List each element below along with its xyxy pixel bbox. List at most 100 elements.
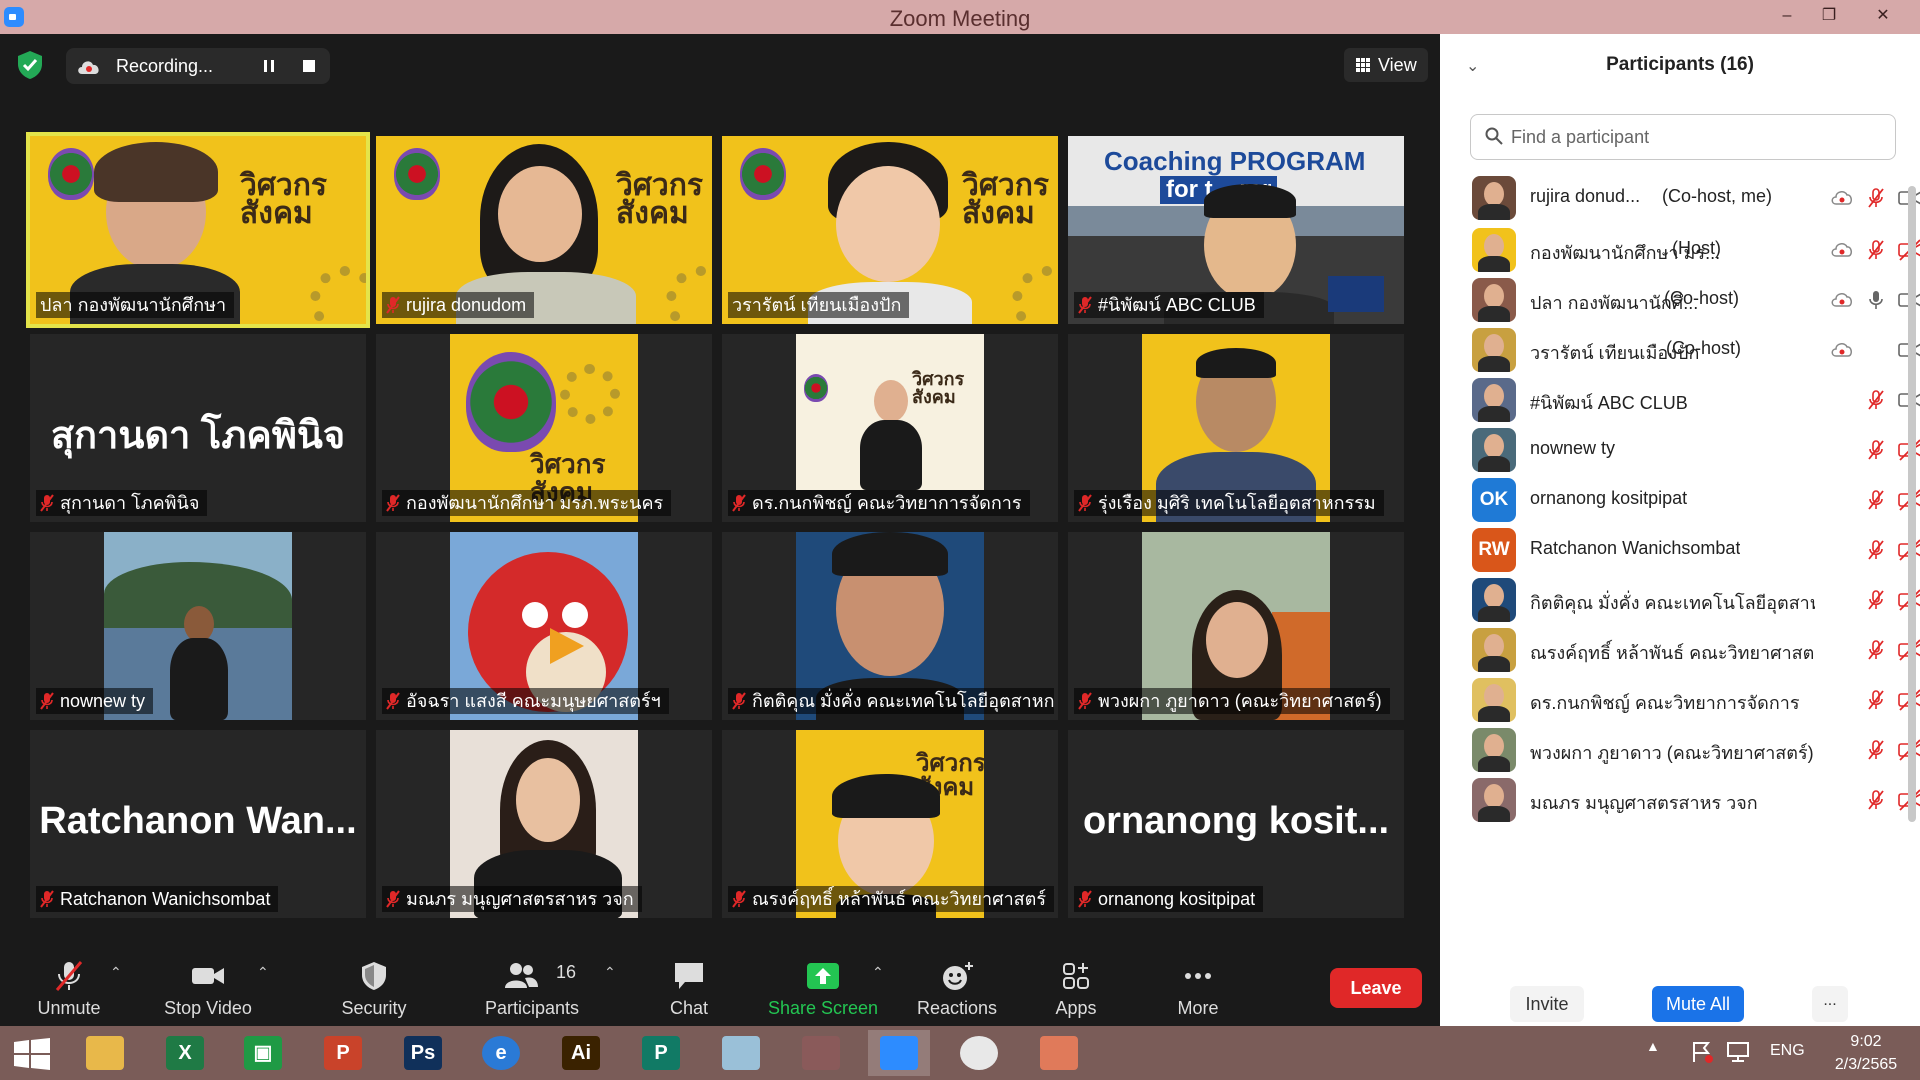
unmute-button[interactable]: Unmute (30, 954, 108, 1026)
leave-button[interactable]: Leave (1330, 968, 1422, 1008)
reactions-button[interactable]: Reactions (912, 954, 1002, 1026)
participant-row[interactable]: rujira donud... (Co-host, me) (1440, 168, 1920, 228)
network-icon[interactable] (1726, 1040, 1750, 1064)
video-tile[interactable]: วิศวกร สังคม ปลา กองพัฒนานักศึกษา (26, 132, 370, 328)
taskbar-illustrator-icon[interactable]: Ai (550, 1030, 612, 1076)
participant-avatar (1472, 228, 1516, 272)
gear-decoration (666, 266, 712, 324)
video-tile[interactable]: วิศวกร สังคม rujira donudom (376, 136, 712, 324)
security-shield-icon[interactable] (16, 50, 44, 80)
mute-all-button[interactable]: Mute All (1652, 986, 1744, 1022)
muted-mic-icon (40, 494, 54, 512)
more-button[interactable]: More (1158, 954, 1238, 1026)
system-clock[interactable]: 9:02 2/3/2565 (1818, 1030, 1914, 1076)
logo-badge (1328, 276, 1384, 312)
participant-face (498, 166, 582, 262)
stop-recording-icon[interactable] (298, 57, 320, 75)
stop-video-button[interactable]: Stop Video (160, 954, 256, 1026)
tile-name-label: มณภร มนุญศาสตรสาหร วจก (382, 886, 642, 912)
taskbar-file-explorer-icon[interactable] (74, 1030, 136, 1076)
taskbar-image-viewer-icon[interactable] (1028, 1030, 1090, 1076)
video-tile[interactable]: รุ่งเรือง มุศิริ เทคโนโลยีอุตสาหกรรม (1068, 334, 1404, 522)
taskbar-app-glyph (880, 1036, 918, 1070)
taskbar-internet-explorer-icon[interactable]: e (470, 1030, 532, 1076)
share-options-caret-icon[interactable]: ⌃ (872, 964, 884, 981)
participant-row[interactable]: มณภร มนุญศาสตรสาหร วจก (1440, 770, 1920, 830)
tile-name-label: rujira donudom (382, 292, 535, 318)
participant-role: (Co-host) (1664, 288, 1740, 308)
tile-name-label: ornanong kositpipat (1074, 886, 1264, 912)
pause-recording-icon[interactable] (258, 57, 280, 75)
close-button[interactable]: ✕ (1860, 0, 1906, 34)
panel-more-button[interactable]: ... (1812, 986, 1848, 1022)
find-participant-input[interactable]: Find a participant (1470, 114, 1896, 160)
video-tile[interactable]: มณภร มนุญศาสตรสาหร วจก (376, 730, 712, 918)
taskbar-chrome-icon[interactable] (948, 1030, 1010, 1076)
taskbar-powerpoint-icon[interactable]: P (312, 1030, 374, 1076)
show-hidden-icons-icon[interactable]: ▲ (1646, 1038, 1660, 1054)
video-tile[interactable]: วิศวกร สังคม ณรงค์ฤทธิ์ หล้าพันธ์ คณะวิทย… (722, 730, 1058, 918)
minimize-button[interactable]: – (1764, 0, 1810, 34)
video-tile[interactable]: ornanong kosit... ornanong kositpipat (1068, 730, 1404, 918)
video-grid-area: Recording... View วิศวกร สังคม ปลา กองพั… (0, 34, 1440, 954)
participants-button[interactable]: 16 Participants (476, 954, 588, 1026)
university-crest (740, 148, 786, 200)
taskbar-zoom-icon[interactable] (868, 1030, 930, 1076)
participant-hair (1196, 348, 1276, 378)
participants-icon (504, 963, 538, 988)
taskbar-app-glyph: Ps (404, 1036, 442, 1070)
video-tile[interactable]: วิศวกรสังคม กองพัฒนานักศึกษา มรภ.พระนคร (376, 334, 712, 522)
restore-button[interactable]: ❐ (1806, 0, 1852, 34)
windows-start-icon[interactable] (14, 1038, 50, 1070)
video-tile[interactable]: วิศวกร สังคม วรารัตน์ เทียนเมืองปัก (722, 136, 1058, 324)
video-camera-icon (192, 968, 224, 984)
banner-text: วิศวกรสังคม (616, 169, 704, 230)
video-tile[interactable]: nownew ty (30, 532, 366, 720)
share-screen-button[interactable]: Share Screen (764, 954, 882, 1026)
participant-list-scrollbar[interactable] (1908, 186, 1916, 822)
participant-avatar (1472, 328, 1516, 372)
video-tile[interactable]: อัจฉรา แสงสี คณะมนุษยศาสตร์ฯ (376, 532, 712, 720)
clock-date: 2/3/2565 (1834, 1056, 1898, 1073)
muted-mic-icon (55, 961, 83, 991)
video-tile[interactable]: สุกานดา โภคพินิจ สุกานดา โภคพินิจ (30, 334, 366, 522)
participant-name: nownew ty (1530, 438, 1616, 458)
participant-avatar (1472, 628, 1516, 672)
taskbar-excel-icon[interactable]: X (154, 1030, 216, 1076)
chat-button[interactable]: Chat (648, 954, 730, 1026)
tile-big-name: ornanong kosit... (1082, 800, 1390, 842)
input-language[interactable]: ENG (1770, 1042, 1805, 1060)
audio-options-caret-icon[interactable]: ⌃ (110, 964, 122, 981)
video-tile[interactable]: Ratchanon Wan... Ratchanon Wanichsombat (30, 730, 366, 918)
more-dots-icon (1185, 973, 1211, 979)
participant-avatar: RW (1472, 528, 1516, 572)
taskbar-app-glyph: ▣ (244, 1036, 282, 1070)
share-screen-label: Share Screen (767, 998, 879, 1018)
chat-bubble-icon (675, 963, 703, 989)
muted-mic-icon (1864, 389, 1888, 411)
participants-count: 16 (556, 962, 577, 982)
tile-name-label: รุ่งเรือง มุศิริ เทคโนโลยีอุตสาหกรรม (1074, 490, 1384, 516)
taskbar-photoshop-icon[interactable]: Ps (392, 1030, 454, 1076)
invite-button[interactable]: Invite (1510, 986, 1584, 1022)
university-crest (48, 148, 94, 200)
video-tile[interactable]: กิตติคุณ มั่งคั่ง คณะเทคโนโลยีอุตสาหกรรม (722, 532, 1058, 720)
taskbar-store-icon[interactable]: ▣ (232, 1030, 294, 1076)
muted-mic-icon (732, 494, 746, 512)
gear-decoration (560, 364, 620, 424)
participant-name: Ratchanon Wanichsombat (1530, 538, 1741, 558)
taskbar-publisher-icon[interactable]: P (630, 1030, 692, 1076)
video-tile[interactable]: วิศวกร สังคม ดร.กนกพิชญ์ คณะวิทยาการจัดกา… (722, 334, 1058, 522)
notification-flag-icon[interactable] (1690, 1040, 1714, 1064)
search-placeholder: Find a participant (1511, 127, 1650, 147)
taskbar-photoscape-icon[interactable] (790, 1030, 852, 1076)
apps-button[interactable]: Apps (1036, 954, 1116, 1026)
video-options-caret-icon[interactable]: ⌃ (257, 964, 269, 981)
video-tile[interactable]: พวงผกา ภูยาดาว (คณะวิทยาศาสตร์) (1068, 532, 1404, 720)
participant-role: (Host) (1672, 238, 1721, 258)
participants-options-caret-icon[interactable]: ⌃ (604, 964, 616, 981)
security-button[interactable]: Security (334, 954, 414, 1026)
taskbar-paper-icon[interactable] (710, 1030, 772, 1076)
video-tile[interactable]: Coaching PROGRAM for t rer #นิพัฒน์ ABC … (1068, 136, 1404, 324)
view-button[interactable]: View (1344, 48, 1428, 82)
